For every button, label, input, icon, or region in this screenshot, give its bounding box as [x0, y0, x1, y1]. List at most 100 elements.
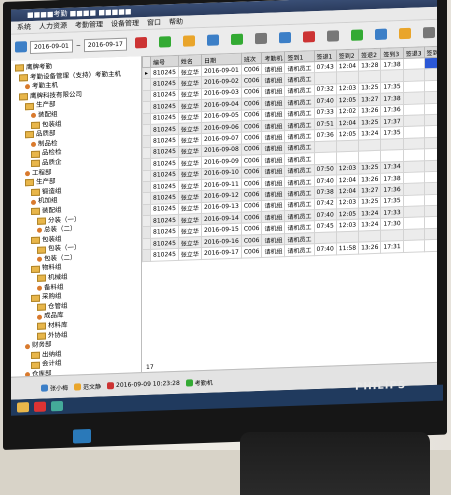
- table-cell[interactable]: 张立华: [178, 122, 202, 135]
- table-cell[interactable]: 07:51: [314, 117, 337, 130]
- toolbar-button-6[interactable]: [274, 31, 296, 45]
- table-cell[interactable]: C006: [241, 74, 262, 87]
- table-cell[interactable]: 07:43: [314, 60, 337, 74]
- table-cell[interactable]: [380, 138, 404, 151]
- table-cell[interactable]: 12:02: [336, 105, 359, 118]
- table-cell[interactable]: 张立华: [178, 190, 202, 204]
- table-cell[interactable]: 810245: [150, 180, 179, 193]
- table-cell[interactable]: [424, 79, 437, 92]
- table-cell[interactable]: [424, 125, 437, 138]
- column-header[interactable]: 签退1: [314, 49, 337, 62]
- column-header[interactable]: 班次: [241, 52, 262, 65]
- table-cell[interactable]: 17:33: [380, 206, 404, 219]
- table-cell[interactable]: 13:27: [358, 184, 381, 197]
- table-cell[interactable]: 请机组: [261, 96, 285, 110]
- table-cell[interactable]: [314, 151, 337, 165]
- toolbar-button-0[interactable]: [130, 36, 152, 50]
- table-cell[interactable]: 请机组: [261, 233, 285, 246]
- table-cell[interactable]: [424, 114, 437, 127]
- date-to-field[interactable]: 2016-09-17: [83, 37, 127, 52]
- table-cell[interactable]: 13:25: [358, 82, 381, 95]
- table-cell[interactable]: 13:28: [358, 59, 381, 72]
- table-cell[interactable]: 07:40: [314, 208, 337, 222]
- table-cell[interactable]: [358, 139, 381, 152]
- table-cell[interactable]: [403, 217, 425, 230]
- table-cell[interactable]: [424, 170, 437, 184]
- table-cell[interactable]: 11:58: [336, 242, 359, 255]
- menu-item-2[interactable]: 考勤管理: [75, 19, 103, 32]
- toolbar-button-3[interactable]: [202, 34, 224, 47]
- table-cell[interactable]: 张立华: [178, 133, 202, 147]
- table-cell[interactable]: 810245: [150, 248, 179, 261]
- table-cell[interactable]: 张立华: [178, 99, 202, 112]
- attendance-grid[interactable]: 编号姓名日期班次考勤机签到1签退1签到2签退2签到3签退3签到4签退4▸8102…: [142, 45, 437, 374]
- table-cell[interactable]: 13:27: [358, 93, 381, 106]
- column-header[interactable]: 签到4: [424, 46, 437, 58]
- column-header[interactable]: 签到3: [380, 47, 404, 60]
- table-cell[interactable]: 张立华: [178, 88, 202, 101]
- table-cell[interactable]: C006: [241, 86, 262, 99]
- table-cell[interactable]: 13:26: [358, 173, 381, 186]
- table-cell[interactable]: 请机组: [261, 153, 285, 166]
- table-cell[interactable]: 请机组: [261, 85, 285, 98]
- toolbar-button-2[interactable]: [178, 35, 200, 48]
- table-cell[interactable]: [424, 239, 437, 252]
- table-cell[interactable]: [424, 227, 437, 241]
- column-header[interactable]: 姓名: [178, 54, 202, 67]
- table-cell[interactable]: 12:05: [336, 208, 359, 221]
- table-cell[interactable]: [403, 103, 425, 116]
- table-cell[interactable]: 17:36: [380, 183, 404, 196]
- table-cell[interactable]: 810245: [150, 146, 179, 159]
- table-cell[interactable]: [424, 193, 437, 206]
- column-header[interactable]: 签退2: [358, 48, 381, 61]
- status-item[interactable]: 考勤机: [185, 377, 213, 387]
- table-cell[interactable]: [336, 151, 359, 164]
- toolbar-button-10[interactable]: [370, 28, 392, 41]
- table-cell[interactable]: C006: [241, 143, 262, 156]
- table-cell[interactable]: 810245: [150, 111, 179, 125]
- table-cell[interactable]: C006: [241, 200, 262, 213]
- table-cell[interactable]: C006: [241, 131, 262, 144]
- table-cell[interactable]: [403, 160, 425, 173]
- table-cell[interactable]: [403, 171, 425, 184]
- table-cell[interactable]: 请机组: [261, 130, 285, 144]
- toolbar-button-12[interactable]: [418, 26, 437, 40]
- table-cell[interactable]: [403, 126, 425, 139]
- table-cell[interactable]: 07:38: [314, 186, 337, 199]
- toolbar-button-11[interactable]: [394, 27, 416, 41]
- table-cell[interactable]: 12:04: [336, 60, 359, 73]
- table-cell[interactable]: 请机组: [261, 165, 285, 178]
- table-cell[interactable]: 810245: [150, 203, 179, 216]
- menu-item-0[interactable]: 系统: [17, 21, 31, 33]
- table-cell[interactable]: [314, 231, 337, 244]
- table-cell[interactable]: [358, 70, 381, 83]
- table-cell[interactable]: C006: [241, 234, 262, 247]
- table-cell[interactable]: [380, 149, 404, 162]
- table-cell[interactable]: [336, 230, 359, 244]
- table-cell[interactable]: 07:32: [314, 83, 337, 96]
- table-cell[interactable]: C006: [241, 109, 262, 122]
- table-cell[interactable]: [403, 183, 425, 196]
- table-cell[interactable]: 810245: [150, 237, 179, 250]
- table-cell[interactable]: 810245: [150, 225, 179, 239]
- table-cell[interactable]: 请机组: [261, 244, 285, 258]
- table-cell[interactable]: [424, 216, 437, 229]
- table-cell[interactable]: 17:35: [380, 126, 404, 140]
- toolbar-button-7[interactable]: [298, 31, 320, 44]
- table-cell[interactable]: [403, 228, 425, 241]
- toolbar-button-4[interactable]: [226, 33, 248, 46]
- taskbar-app-icon[interactable]: [34, 401, 46, 412]
- column-header[interactable]: 考勤机: [261, 51, 285, 64]
- table-cell[interactable]: 17:35: [380, 195, 404, 208]
- table-cell[interactable]: 张立华: [178, 156, 202, 169]
- table-cell[interactable]: [424, 148, 437, 161]
- table-cell[interactable]: [358, 150, 381, 163]
- table-cell[interactable]: [403, 148, 425, 162]
- table-cell[interactable]: [424, 91, 437, 104]
- table-cell[interactable]: 810245: [150, 123, 179, 136]
- table-cell[interactable]: 13:25: [358, 195, 381, 209]
- org-tree[interactable]: 鹰牌考勤 考勤设备管理（支持）考勤主机 考勤主机 鹰牌科技有限公司 生产部 装配组 包装组品…: [11, 56, 142, 378]
- table-cell[interactable]: [314, 140, 337, 153]
- table-cell[interactable]: 请机组: [261, 210, 285, 223]
- table-cell[interactable]: 请机组: [261, 74, 285, 87]
